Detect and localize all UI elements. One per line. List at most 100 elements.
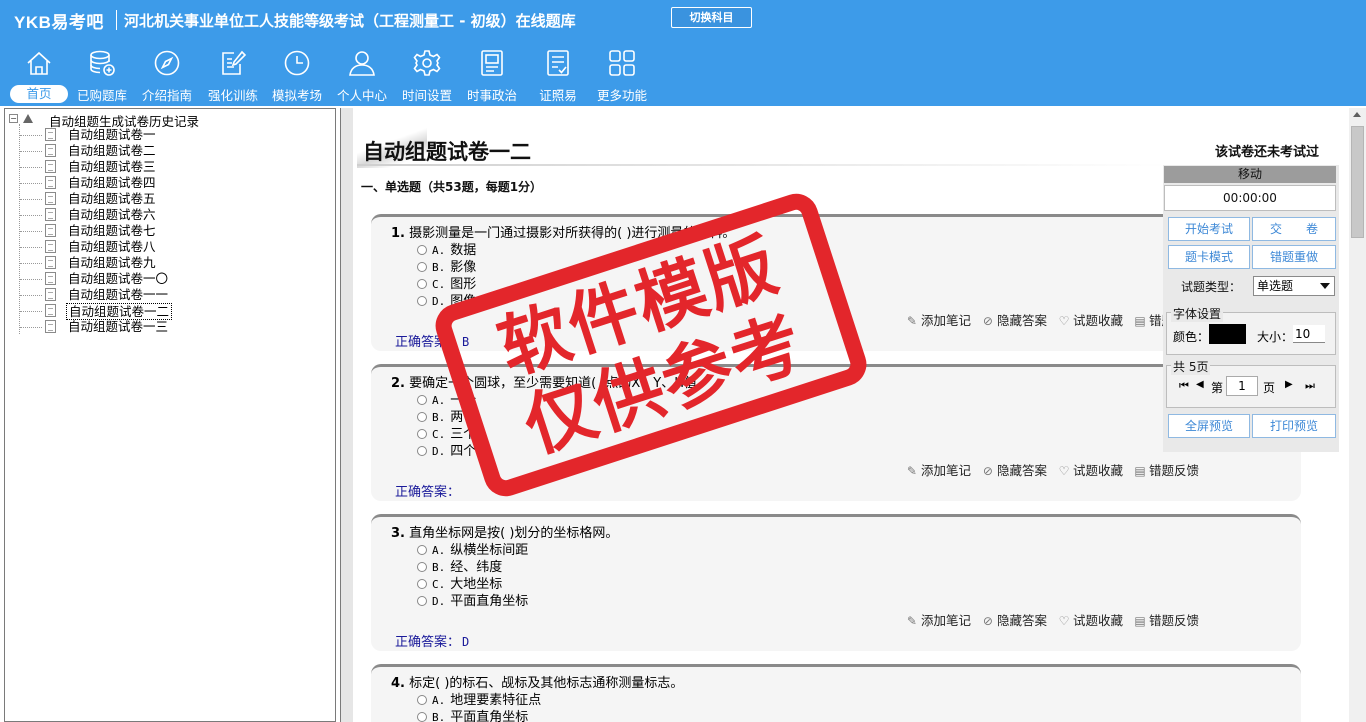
document-icon xyxy=(45,256,56,269)
document-icon xyxy=(45,160,56,173)
tree-item-label: 自动组题试卷一 xyxy=(68,127,156,142)
question-actions: ✎添加笔记 ⊘隐藏答案 ♡试题收藏 ▤错题反馈 xyxy=(895,610,1199,629)
font-size-label: 大小： xyxy=(1257,330,1294,344)
answer-option[interactable]: D. 平面直角坐标 xyxy=(417,590,528,609)
document-icon xyxy=(45,176,56,189)
correct-answer-value: D xyxy=(462,635,470,649)
answer-option[interactable]: B. 平面直角坐标 xyxy=(417,706,528,722)
report-icon: ▤ xyxy=(1134,464,1146,478)
scroll-up-icon[interactable] xyxy=(1353,112,1361,117)
tree-item-label: 自动组题试卷四 xyxy=(68,175,156,190)
page-suffix: 页 xyxy=(1263,381,1276,395)
radio-button[interactable] xyxy=(417,262,427,272)
tree-item-label: 自动组题试卷二 xyxy=(68,143,156,158)
question-actions: ✎添加笔记⊘隐藏答案♡试题收藏▤错题反馈 xyxy=(895,310,1199,329)
checklist-icon xyxy=(547,50,569,76)
exam-status-text: 该试卷还未考试过 xyxy=(1214,145,1319,160)
prev-page-icon[interactable]: ◀ xyxy=(1196,379,1204,390)
document-icon xyxy=(45,144,56,157)
favorite-button[interactable]: ♡ 试题收藏 xyxy=(1057,610,1123,629)
favorite-button[interactable]: ♡ 试题收藏 xyxy=(1057,460,1123,479)
radio-button[interactable] xyxy=(417,429,427,439)
fullscreen-preview-button[interactable]: 全屏预览 xyxy=(1168,414,1250,438)
card-mode-button[interactable]: 题卡模式 xyxy=(1168,245,1250,269)
report-error-button[interactable]: ▤错题反馈 xyxy=(1133,460,1199,479)
tree-connector xyxy=(20,263,42,264)
wrong-redo-button[interactable]: 错题重做 xyxy=(1252,245,1336,269)
nav-training[interactable]: 强化训练 xyxy=(202,48,264,104)
tree-connector xyxy=(20,295,42,296)
add-note-button[interactable]: ✎ 添加笔记 xyxy=(905,610,971,629)
radio-button[interactable] xyxy=(417,279,427,289)
radio-button[interactable] xyxy=(417,245,427,255)
radio-button[interactable] xyxy=(417,579,427,589)
radio-button[interactable] xyxy=(417,296,427,306)
nav-more[interactable]: 更多功能 xyxy=(591,48,653,104)
first-page-icon[interactable]: ⏮ xyxy=(1179,379,1189,393)
app-window: YKB易考吧 河北机关事业单位工人技能等级考试（工程测量工 - 初级）在线题库 … xyxy=(0,0,1366,722)
compass-icon xyxy=(154,50,180,76)
page-number-input[interactable]: 1 xyxy=(1226,376,1258,396)
nav-mock-exam[interactable]: 模拟考场 xyxy=(266,48,328,104)
section-heading: 一、单选题（共53题，每题1分） xyxy=(361,180,543,194)
favorite-button[interactable]: ♡ 试题收藏 xyxy=(1057,310,1123,329)
switch-subject-button[interactable]: 切换科目 xyxy=(671,7,752,28)
nav-personal-center[interactable]: 个人中心 xyxy=(331,48,393,104)
question-type-select[interactable]: 单选题 xyxy=(1253,276,1335,296)
radio-button[interactable] xyxy=(417,562,427,572)
document-icon xyxy=(45,272,56,285)
radio-button[interactable] xyxy=(417,545,427,555)
hide-answer-button[interactable]: ⊘ 隐藏答案 xyxy=(981,460,1047,479)
collapse-icon[interactable]: − xyxy=(9,114,18,123)
hide-answer-button[interactable]: ⊘ 隐藏答案 xyxy=(981,610,1047,629)
database-icon xyxy=(90,50,115,76)
vertical-scrollbar[interactable] xyxy=(1349,108,1366,722)
tree-connector xyxy=(20,135,42,136)
report-error-button[interactable]: ▤错题反馈 xyxy=(1133,610,1199,629)
question-card: 2. 要确定一个圆球，至少需要知道( )点的X、Y、H值。 A. 一个 B. 两个 C. 三… xyxy=(371,364,1301,501)
radio-button[interactable] xyxy=(417,695,427,705)
page-prefix: 第 xyxy=(1211,381,1224,395)
nav-time-settings[interactable]: 时间设置 xyxy=(396,48,458,104)
font-size-input[interactable]: 10 xyxy=(1293,325,1325,343)
tree-item-label: 自动组题试卷七 xyxy=(68,223,156,238)
tree-item-label: 自动组题试卷一一 xyxy=(68,287,169,302)
radio-button[interactable] xyxy=(417,395,427,405)
gear-icon xyxy=(413,50,441,76)
nav-home[interactable]: 首页 xyxy=(8,48,70,104)
radio-button[interactable] xyxy=(417,596,427,606)
next-page-icon[interactable]: ▶ xyxy=(1285,379,1293,390)
submit-exam-button[interactable]: 交 卷 xyxy=(1252,217,1336,241)
nav-home-label: 首页 xyxy=(10,85,68,103)
paper-title: 自动组题试卷一二 xyxy=(363,140,531,164)
answer-option[interactable]: D. 图像 xyxy=(417,290,476,309)
nav-guide[interactable]: 介绍指南 xyxy=(136,48,198,104)
nav-purchased-banks[interactable]: 已购题库 xyxy=(71,48,133,104)
add-note-label: 添加笔记 xyxy=(920,313,971,328)
radio-button[interactable] xyxy=(417,712,427,722)
option-text: 四个 xyxy=(450,444,477,459)
radio-button[interactable] xyxy=(417,446,427,456)
add-note-button[interactable]: ✎ 添加笔记 xyxy=(905,460,971,479)
document-icon xyxy=(45,288,56,301)
page-count-legend: 共 5页 xyxy=(1171,358,1211,375)
hide-answer-button[interactable]: ⊘ 隐藏答案 xyxy=(981,310,1047,329)
answer-option[interactable]: D. 四个 xyxy=(417,440,476,459)
scroll-thumb[interactable] xyxy=(1351,126,1364,238)
start-exam-button[interactable]: 开始考试 xyxy=(1168,217,1250,241)
panel-move-handle[interactable]: 移动 xyxy=(1164,166,1336,183)
print-preview-button[interactable]: 打印预览 xyxy=(1252,414,1336,438)
exam-control-panel: 移动 00:00:00 开始考试 交 卷 题卡模式 错题重做 试题类型： 单选题… xyxy=(1163,165,1339,452)
question-number: 3. xyxy=(391,526,405,541)
nav-licence[interactable]: 证照易 xyxy=(527,48,589,104)
radio-button[interactable] xyxy=(417,412,427,422)
add-note-button[interactable]: ✎ 添加笔记 xyxy=(905,310,971,329)
exam-history-tree: − 自动组题生成试卷历史记录 自动组题试卷一 自动组题试卷二 自动组题试卷三 自动组题… xyxy=(4,108,336,722)
nav-current-affairs[interactable]: 时事政治 xyxy=(461,48,523,104)
tree-item-label: 自动组题试卷一二 xyxy=(66,303,173,320)
last-page-icon[interactable]: ⏭ xyxy=(1305,379,1315,393)
report-icon: ▤ xyxy=(1134,614,1146,628)
font-color-label: 颜色： xyxy=(1173,330,1210,344)
nav-more-label: 更多功能 xyxy=(596,88,647,103)
font-color-swatch[interactable] xyxy=(1209,324,1246,344)
